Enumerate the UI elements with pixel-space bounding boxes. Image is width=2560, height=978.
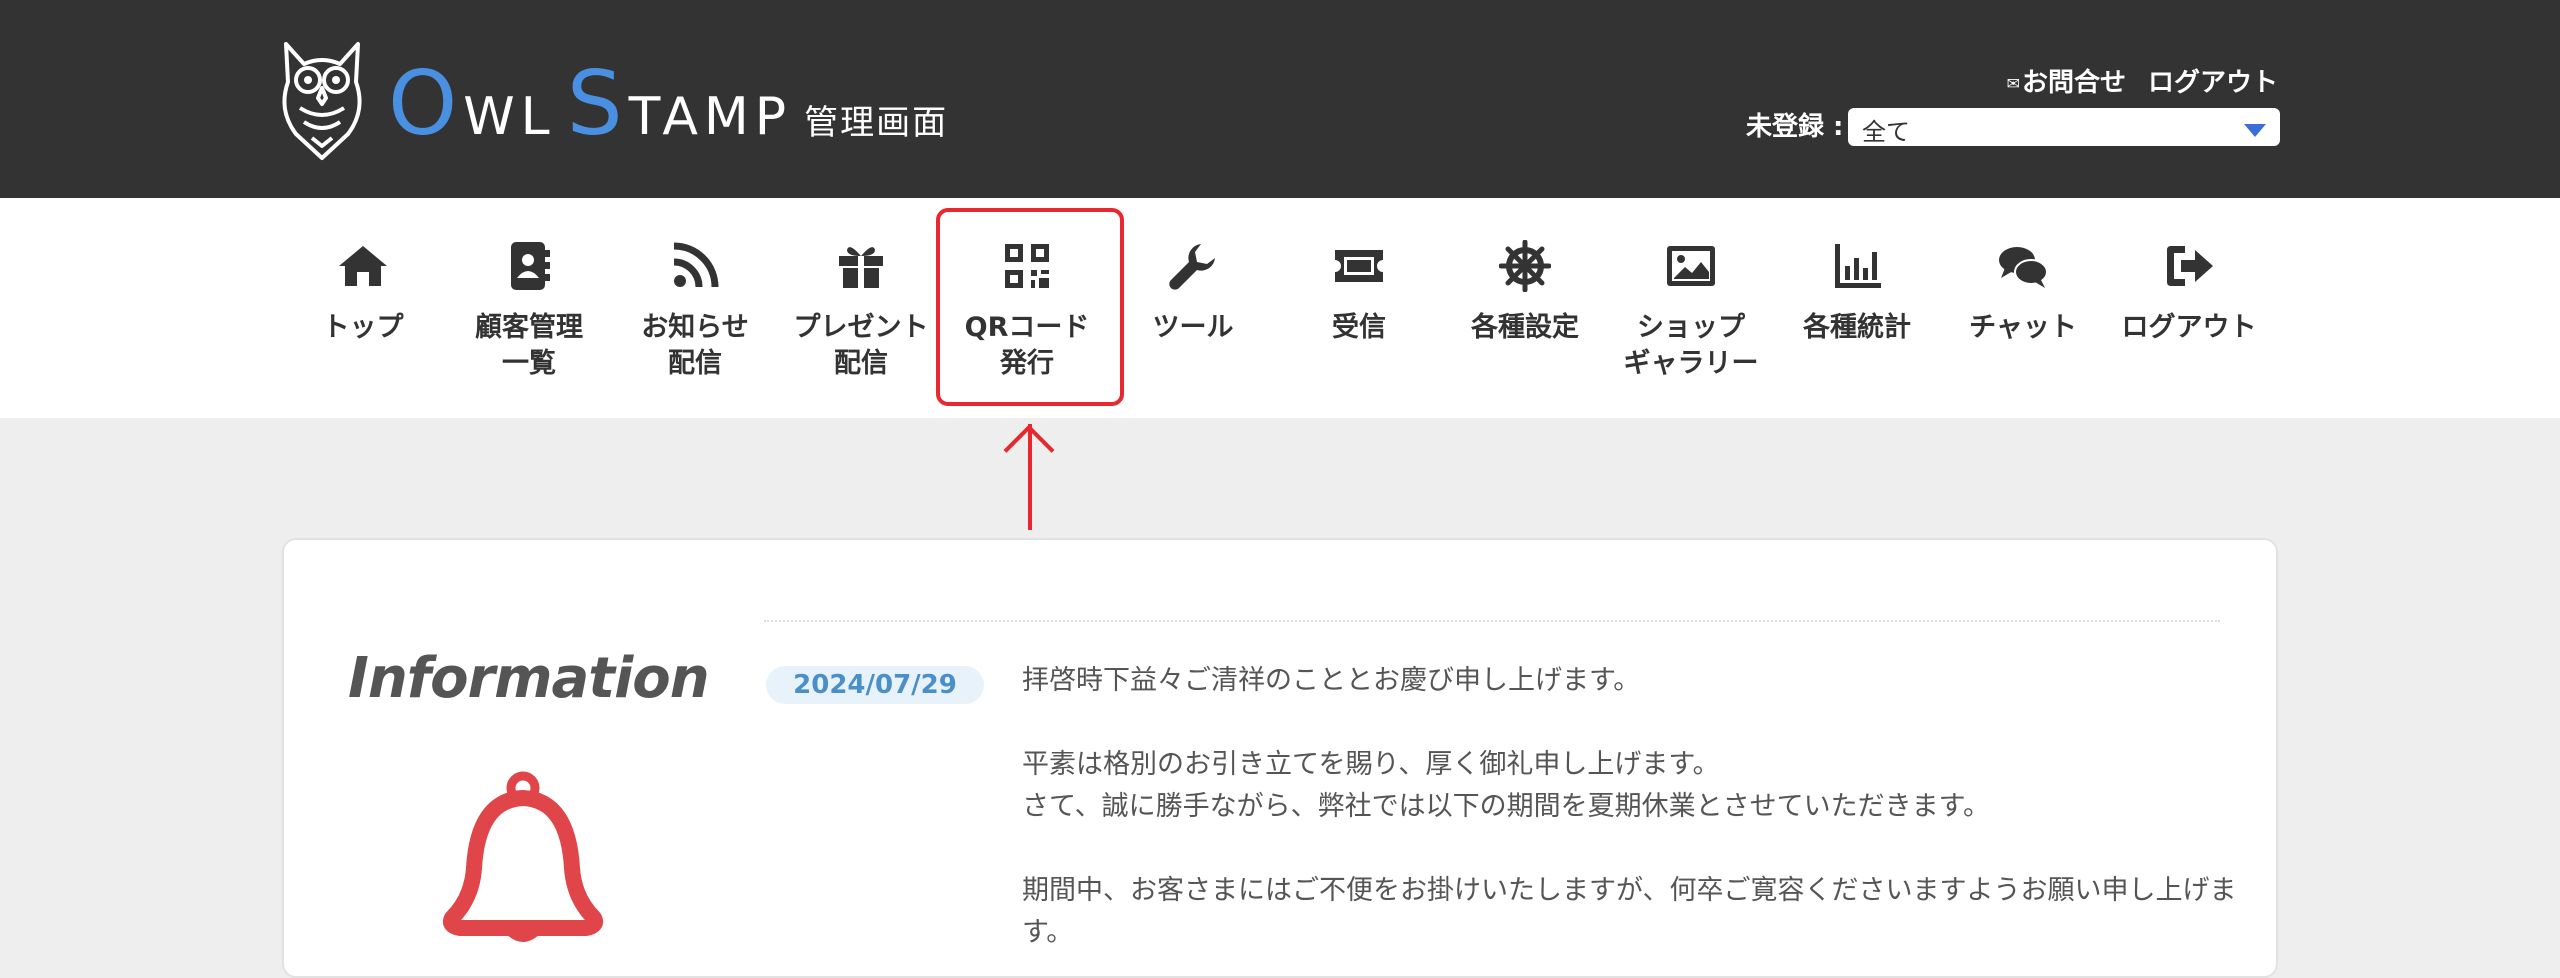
chat-icon xyxy=(1999,247,2048,288)
nav-item-receive[interactable]: 受信 xyxy=(1276,198,1442,418)
header-logout-link[interactable]: ログアウト xyxy=(2148,68,2278,98)
image-icon xyxy=(1667,246,1715,286)
logo-letters-wl: WL xyxy=(463,87,556,147)
bell-icon xyxy=(443,771,603,942)
filter-selected-value: 全て xyxy=(1862,118,1910,146)
nav-item-top[interactable]: トップ xyxy=(280,198,446,418)
rss-icon xyxy=(673,242,719,288)
gift-icon xyxy=(839,247,883,288)
dropdown-caret-icon xyxy=(2244,124,2266,137)
ticket-icon xyxy=(1335,250,1383,282)
app-header: OWL STAMP 管理画面 ✉お問合せ ログアウト 未登録 : 全て xyxy=(0,0,2560,198)
nav-item-statistics[interactable]: 各種統計 xyxy=(1774,198,1940,418)
nav-item-tools[interactable]: ツール xyxy=(1110,198,1276,418)
nav-label: 顧客管理 一覧 xyxy=(475,312,583,379)
nav-item-customer-list[interactable]: 顧客管理 一覧 xyxy=(446,198,612,418)
logo-letters-tamp: TAMP xyxy=(628,87,793,147)
nav-label: チャット xyxy=(1969,312,2077,343)
information-title: Information xyxy=(348,646,710,711)
logo-letter-s: S xyxy=(566,52,629,155)
unregistered-filter-label: 未登録 : xyxy=(1746,112,1844,142)
sign-out-icon xyxy=(2167,246,2213,286)
logo-letter-o: O xyxy=(388,52,464,155)
nav-label: お知らせ 配信 xyxy=(641,312,749,379)
owl-stamp-logo[interactable]: OWL STAMP 管理画面 xyxy=(278,38,978,162)
nav-item-chat[interactable]: チャット xyxy=(1940,198,2106,418)
news-line: 拝啓時下益々ご清祥のこととお慶び申し上げます。 xyxy=(1022,665,1641,696)
nav-label: プレゼント 配信 xyxy=(793,312,929,379)
qrcode-highlight-box xyxy=(936,208,1124,406)
news-date-badge: 2024/07/29 xyxy=(766,666,984,704)
nav-label: ショップ ギャラリー xyxy=(1623,312,1759,379)
news-line: 平素は格別のお引き立てを賜り、厚く御礼申し上げます。 xyxy=(1022,749,1720,780)
nav-label: 受信 xyxy=(1332,312,1386,343)
contact-link[interactable]: ✉お問合せ xyxy=(2007,68,2126,98)
header-links: ✉お問合せ ログアウト xyxy=(2007,62,2278,99)
nav-item-shop-gallery[interactable]: ショップ ギャラリー xyxy=(1608,198,1774,418)
owl-logo-icon xyxy=(282,42,362,160)
mail-icon: ✉ xyxy=(2006,74,2020,93)
nav-label: トップ xyxy=(322,312,404,343)
information-card: Information 2024/07/29 拝啓時下益々ご清祥のこととお慶び申… xyxy=(282,538,2278,978)
nav-label: 各種設定 xyxy=(1471,312,1579,343)
contact-label: お問合せ xyxy=(2021,68,2126,98)
helm-icon xyxy=(1499,240,1551,292)
nav-label: ログアウト xyxy=(2121,312,2257,343)
news-line: 期間中、お客さまにはご不便をお掛けいたしますが、何卒ご寛容くださいますようお願い… xyxy=(1022,875,2237,948)
unregistered-filter-select[interactable]: 全て xyxy=(1848,108,2280,146)
address-book-icon xyxy=(511,242,550,290)
logo-subtitle: 管理画面 xyxy=(804,103,949,143)
dotted-divider xyxy=(764,620,2220,622)
news-body: 拝啓時下益々ご清祥のこととお慶び申し上げます。 平素は格別のお引き立てを賜り、厚… xyxy=(1022,660,2242,954)
annotation-arrow-head xyxy=(1003,424,1055,476)
main-navigation: トップ 顧客管理 一覧 お知らせ 配信 プレゼント 配信 QRコード 発行 ツー… xyxy=(0,198,2560,418)
nav-item-logout[interactable]: ログアウト xyxy=(2106,198,2272,418)
chart-icon xyxy=(1835,244,1881,288)
wrench-icon xyxy=(1169,244,1215,290)
nav-label: 各種統計 xyxy=(1803,312,1911,343)
logo-wordmark: OWL STAMP 管理画面 xyxy=(388,60,948,148)
nav-item-news[interactable]: お知らせ 配信 xyxy=(612,198,778,418)
home-icon xyxy=(339,246,387,286)
nav-item-present[interactable]: プレゼント 配信 xyxy=(778,198,944,418)
nav-item-settings[interactable]: 各種設定 xyxy=(1442,198,1608,418)
nav-label: ツール xyxy=(1152,312,1234,343)
news-line: さて、誠に勝手ながら、弊社では以下の期間を夏期休業とさせていただきます。 xyxy=(1022,791,1990,822)
